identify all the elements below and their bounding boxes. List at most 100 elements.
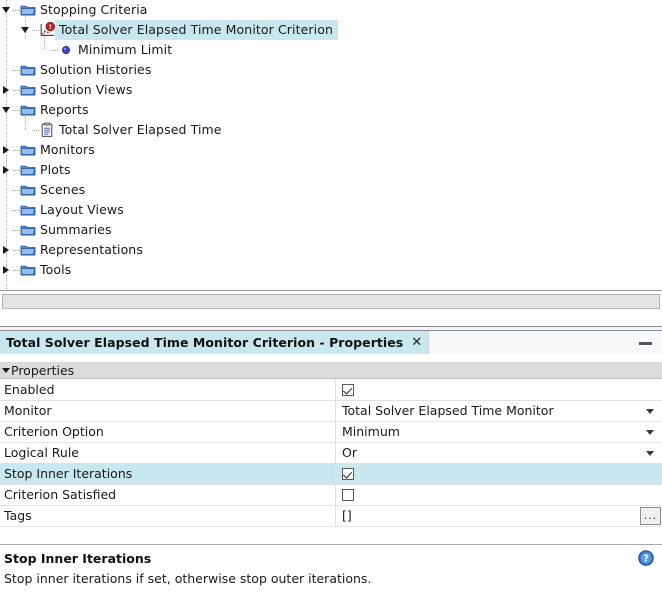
folder-icon [20,82,36,98]
folder-icon [20,262,36,278]
help-icon[interactable]: ? [638,550,654,566]
tree-item-total-solver-elapsed-time[interactable]: Total Solver Elapsed Time [0,120,662,140]
checkbox-checked-icon[interactable] [342,383,354,396]
property-value-cell[interactable] [335,484,662,506]
tree-twisty-placeholder [0,180,13,200]
property-row[interactable]: Monitor Total Solver Elapsed Time Monitor [0,400,662,422]
scrollbar-track[interactable] [2,294,660,309]
tree-item-label: Scenes [40,182,86,197]
property-name: Stop Inner Iterations [0,463,336,485]
property-value-cell[interactable]: Total Solver Elapsed Time Monitor [335,400,662,422]
checkbox-checked-icon[interactable] [342,468,354,480]
blue-dot-icon [58,42,74,58]
property-row[interactable]: Stop Inner Iterations [0,463,662,485]
tree-row-list: Stopping Criteria Total Solver Elapsed Ti… [0,0,662,280]
tree-item-label: Solution Views [40,82,133,97]
tree-item-solution-views[interactable]: Solution Views [0,80,662,100]
tree-connector-line [13,80,20,100]
tree-item-label: Plots [40,162,71,177]
properties-table[interactable]: Enabled Monitor Total Solver Elapsed Time … [0,379,662,527]
tree-item-total-solver-elapsed-time-monitor-criterion[interactable]: Total Solver Elapsed Time Monitor Criter… [0,20,662,40]
tree-connector-line [13,60,20,80]
chevron-down-icon[interactable] [646,408,654,414]
chevron-down-icon [0,362,11,379]
folder-icon [20,142,36,158]
property-value-cell[interactable]: []... [335,505,662,527]
tree-item-minimum-limit[interactable]: Minimum Limit [0,40,662,60]
chevron-down-icon[interactable] [646,429,654,435]
tree-connector-line [13,200,20,220]
tree-item-monitors[interactable]: Monitors [0,140,662,160]
properties-window-titlebar: Total Solver Elapsed Time Monitor Criter… [0,331,662,354]
tree-item-reports[interactable]: Reports [0,100,662,120]
expand-arrow-icon[interactable] [0,240,13,260]
properties-section-label: Properties [11,362,75,378]
tree-connector-line [13,180,20,200]
property-value-text: [] [342,508,352,523]
tree-item-representations[interactable]: Representations [0,240,662,260]
help-description: Stop inner iterations if set, otherwise … [4,571,372,586]
tags-editor-button[interactable]: ... [640,506,661,525]
tree-twisty-placeholder [0,200,13,220]
folder-icon [20,222,36,238]
tree-item-scenes[interactable]: Scenes [0,180,662,200]
tree-item-label: Total Solver Elapsed Time [59,122,222,137]
tree-item-solution-histories[interactable]: Solution Histories [0,60,662,80]
property-value-cell[interactable]: Minimum [335,421,662,443]
tree-item-label: Summaries [40,222,112,237]
property-name: Logical Rule [0,442,336,464]
property-row[interactable]: Criterion Option Minimum [0,421,662,443]
folder-icon [20,2,36,18]
property-row[interactable]: Enabled [0,379,662,401]
tree-item-label: Monitors [40,142,95,157]
property-value-text: Minimum [342,424,400,439]
tree-item-tools[interactable]: Tools [0,260,662,280]
chevron-down-icon[interactable] [646,450,654,456]
property-help-pane: Stop Inner Iterations Stop inner iterati… [0,544,662,615]
property-row[interactable]: Criterion Satisfied [0,484,662,506]
property-name: Tags [0,505,336,527]
tree-item-stopping-criteria[interactable]: Stopping Criteria [0,0,662,20]
minimize-icon[interactable] [639,342,652,345]
tab-properties[interactable]: Total Solver Elapsed Time Monitor Criter… [0,331,429,354]
close-icon[interactable]: ✕ [411,336,422,349]
tree-twisty-placeholder [0,220,13,240]
expand-arrow-icon[interactable] [0,80,13,100]
property-value-cell[interactable]: Or [335,442,662,464]
tree-twisty-placeholder [19,120,32,140]
tree-connector-line [13,160,20,180]
collapse-arrow-icon[interactable] [0,100,13,120]
property-name: Criterion Option [0,421,336,443]
checkbox-unchecked-icon[interactable] [342,489,354,501]
tree-item-label: Representations [40,242,143,257]
properties-table-body: Enabled Monitor Total Solver Elapsed Time … [0,379,662,527]
properties-section-header[interactable]: Properties [0,362,662,379]
folder-icon [20,102,36,118]
expand-arrow-icon[interactable] [0,160,13,180]
tree-horizontal-scrollbar[interactable] [0,290,662,312]
expand-arrow-icon[interactable] [0,140,13,160]
property-value-text: Or [342,445,357,460]
tree-connector-line [13,260,20,280]
property-value-cell[interactable] [335,463,662,485]
tree-connector-line [32,20,39,40]
expand-arrow-icon[interactable] [0,260,13,280]
tree-connector-line [32,120,39,140]
simulation-tree-panel[interactable]: Stopping Criteria Total Solver Elapsed Ti… [0,0,662,290]
tree-item-layout-views[interactable]: Layout Views [0,200,662,220]
property-value-cell[interactable] [335,379,662,401]
tree-connector-line [13,100,20,120]
tree-item-label: Stopping Criteria [40,2,148,17]
tree-twisty-placeholder [38,40,51,60]
collapse-arrow-icon[interactable] [0,0,13,20]
tree-item-plots[interactable]: Plots [0,160,662,180]
tree-item-summaries[interactable]: Summaries [0,220,662,240]
collapse-arrow-icon[interactable] [19,20,32,40]
properties-tab-title: Total Solver Elapsed Time Monitor Criter… [6,335,404,350]
tree-item-label: Solution Histories [40,62,152,77]
property-name: Monitor [0,400,336,422]
property-row[interactable]: Tags[]... [0,505,662,527]
property-row[interactable]: Logical Rule Or [0,442,662,464]
tree-connector-line [51,40,58,60]
